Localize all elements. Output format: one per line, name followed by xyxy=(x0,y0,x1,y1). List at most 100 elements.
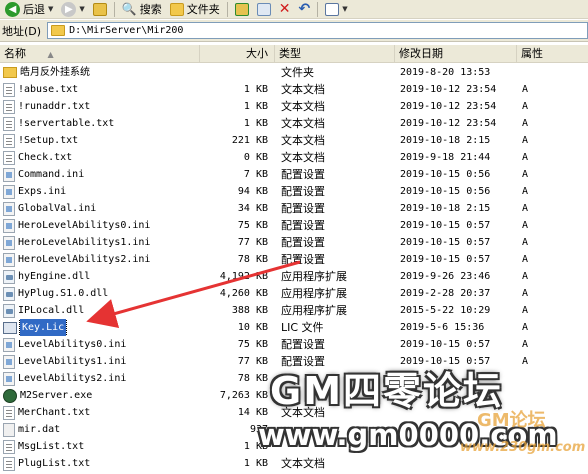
column-modified-label: 修改日期 xyxy=(399,47,443,60)
file-row[interactable]: HeroLevelAbilitys0.ini 75 KB 配置设置 2019-10-1… xyxy=(0,217,588,234)
file-size: 77 KB xyxy=(237,356,268,367)
config-file-icon xyxy=(3,218,15,233)
file-name: 皓月反外挂系统 xyxy=(20,67,90,78)
file-row[interactable]: HeroLevelAbilitys2.ini 78 KB 配置设置 2019-10-1… xyxy=(0,251,588,268)
address-input[interactable]: D:\MirServer\Mir200 xyxy=(47,22,588,39)
file-attr: A xyxy=(522,288,529,299)
undo-button[interactable]: ↶ xyxy=(295,1,313,18)
up-folder-button[interactable] xyxy=(90,1,110,18)
delete-icon: ✕ xyxy=(278,1,291,17)
toolbar-divider xyxy=(226,1,228,17)
file-size xyxy=(200,64,268,81)
dat-file-icon xyxy=(3,422,15,437)
back-button[interactable]: ◀ 后退 ▼ xyxy=(2,1,56,18)
file-size: 7,263 KB xyxy=(219,390,268,401)
file-size: 221 KB xyxy=(231,135,268,146)
file-modified: 2019-10-18 2:15 xyxy=(400,135,491,146)
column-type[interactable]: 类型 xyxy=(275,45,395,62)
file-size: 7 KB xyxy=(243,169,268,180)
delete-button[interactable]: ✕ xyxy=(276,1,294,18)
file-name: HyPlug.S1.0.dll xyxy=(18,288,109,299)
move-to-button[interactable] xyxy=(232,1,252,18)
file-type: 应用程序扩展 xyxy=(281,304,347,317)
file-type: 配置设置 xyxy=(281,253,325,266)
file-type: 配置设置 xyxy=(281,219,325,232)
license-file-icon xyxy=(3,321,17,334)
column-attr[interactable]: 属性 xyxy=(517,45,588,62)
file-name: !servertable.txt xyxy=(18,118,115,129)
file-row[interactable]: hyEngine.dll 4,192 KB 应用程序扩展 2019-9-26 23:4… xyxy=(0,268,588,285)
copy-to-button[interactable] xyxy=(254,1,274,18)
file-name: GlobalVal.ini xyxy=(18,203,97,214)
chevron-down-icon[interactable]: ▼ xyxy=(342,5,347,13)
watermark-url: www.gm0000.com xyxy=(258,418,558,452)
text-file-icon xyxy=(3,150,15,165)
text-file-icon xyxy=(3,133,15,148)
file-size: 77 KB xyxy=(237,237,268,248)
toolbar-divider xyxy=(317,1,319,17)
file-name: Exps.ini xyxy=(18,186,67,197)
watermark-logo-url: www.230gm.com xyxy=(460,440,586,455)
file-row[interactable]: Exps.ini 94 KB 配置设置 2019-10-15 0:56 A xyxy=(0,183,588,200)
file-modified: 2019-10-15 0:57 xyxy=(400,254,491,265)
file-row[interactable]: LevelAbilitys0.ini 75 KB 配置设置 2019-10-15 0:… xyxy=(0,336,588,353)
back-label: 后退 xyxy=(23,3,45,16)
file-type: 应用程序扩展 xyxy=(281,270,347,283)
file-row[interactable]: Check.txt 0 KB 文本文档 2019-9-18 21:44 A xyxy=(0,149,588,166)
up-folder-icon xyxy=(92,2,107,16)
file-row[interactable]: !servertable.txt 1 KB 文本文档 2019-10-12 23:54… xyxy=(0,115,588,132)
file-modified: 2019-10-12 23:54 xyxy=(400,118,497,129)
file-modified: 2019-8-20 13:53 xyxy=(400,67,491,78)
file-type: 文件夹 xyxy=(281,66,314,79)
config-file-icon xyxy=(3,167,15,182)
file-row[interactable]: !abuse.txt 1 KB 文本文档 2019-10-12 23:54 A xyxy=(0,81,588,98)
file-name: HeroLevelAbilitys2.ini xyxy=(18,254,151,265)
file-row[interactable]: !runaddr.txt 1 KB 文本文档 2019-10-12 23:54 A xyxy=(0,98,588,115)
file-row[interactable]: IPLocal.dll 388 KB 应用程序扩展 2015-5-22 10:29 A xyxy=(0,302,588,319)
file-row[interactable]: Key.Lic 10 KB LIC 文件 2019-5-6 15:36 A xyxy=(0,319,588,336)
file-name: IPLocal.dll xyxy=(18,305,85,316)
search-label: 搜索 xyxy=(139,3,162,16)
forward-button[interactable]: ▶ ▼ xyxy=(58,1,87,18)
file-type: 配置设置 xyxy=(281,236,325,249)
file-row[interactable]: HyPlug.S1.0.dll 4,260 KB 应用程序扩展 2019-2-28 2… xyxy=(0,285,588,302)
file-row[interactable]: 皓月反外挂系统 文件夹 2019-8-20 13:53 xyxy=(0,64,588,81)
file-size: 75 KB xyxy=(237,339,268,350)
file-row[interactable]: !Setup.txt 221 KB 文本文档 2019-10-18 2:15 A xyxy=(0,132,588,149)
config-file-icon xyxy=(3,337,15,352)
views-button[interactable]: ▼ xyxy=(322,1,350,18)
file-row[interactable]: Command.ini 7 KB 配置设置 2019-10-15 0:56 A xyxy=(0,166,588,183)
folder-icon xyxy=(51,25,66,36)
back-arrow-icon: ◀ xyxy=(5,1,20,17)
file-modified: 2019-10-15 0:56 xyxy=(400,169,491,180)
file-attr: A xyxy=(522,84,529,95)
column-modified[interactable]: 修改日期 xyxy=(395,45,517,62)
file-size: 1 KB xyxy=(243,84,268,95)
file-row[interactable]: HeroLevelAbilitys1.ini 77 KB 配置设置 2019-10-1… xyxy=(0,234,588,251)
file-name: PlugList.txt xyxy=(18,458,91,469)
search-icon: 🔍 xyxy=(121,2,137,16)
watermark-logo-text: GM论坛 xyxy=(477,410,546,431)
undo-icon: ↶ xyxy=(298,1,311,17)
file-modified: 2019-10-12 23:54 xyxy=(400,84,497,95)
search-button[interactable]: 🔍 搜索 xyxy=(119,1,165,18)
text-file-icon xyxy=(3,456,15,471)
file-name: MsgList.txt xyxy=(18,441,85,452)
column-name-label: 名称 xyxy=(4,47,26,60)
file-attr: A xyxy=(522,152,529,163)
file-row[interactable]: GlobalVal.ini 34 KB 配置设置 2019-10-18 2:15 A xyxy=(0,200,588,217)
column-name[interactable]: 名称 ▲ xyxy=(0,45,200,62)
file-name: Check.txt xyxy=(18,152,73,163)
toolbar: ◀ 后退 ▼ ▶ ▼ 🔍 搜索 文件夹 ✕ ↶ ▼ xyxy=(0,0,588,19)
file-size: 94 KB xyxy=(237,186,268,197)
file-name: !runaddr.txt xyxy=(18,101,91,112)
copy-to-icon xyxy=(256,2,271,16)
file-size: 78 KB xyxy=(237,254,268,265)
chevron-down-icon[interactable]: ▼ xyxy=(48,5,53,13)
chevron-down-icon[interactable]: ▼ xyxy=(79,5,84,13)
config-file-icon xyxy=(3,201,15,216)
file-name: HeroLevelAbilitys1.ini xyxy=(18,237,151,248)
column-size[interactable]: 大小 xyxy=(200,45,275,62)
file-name: Key.Lic xyxy=(18,319,68,336)
folders-button[interactable]: 文件夹 xyxy=(167,1,223,18)
